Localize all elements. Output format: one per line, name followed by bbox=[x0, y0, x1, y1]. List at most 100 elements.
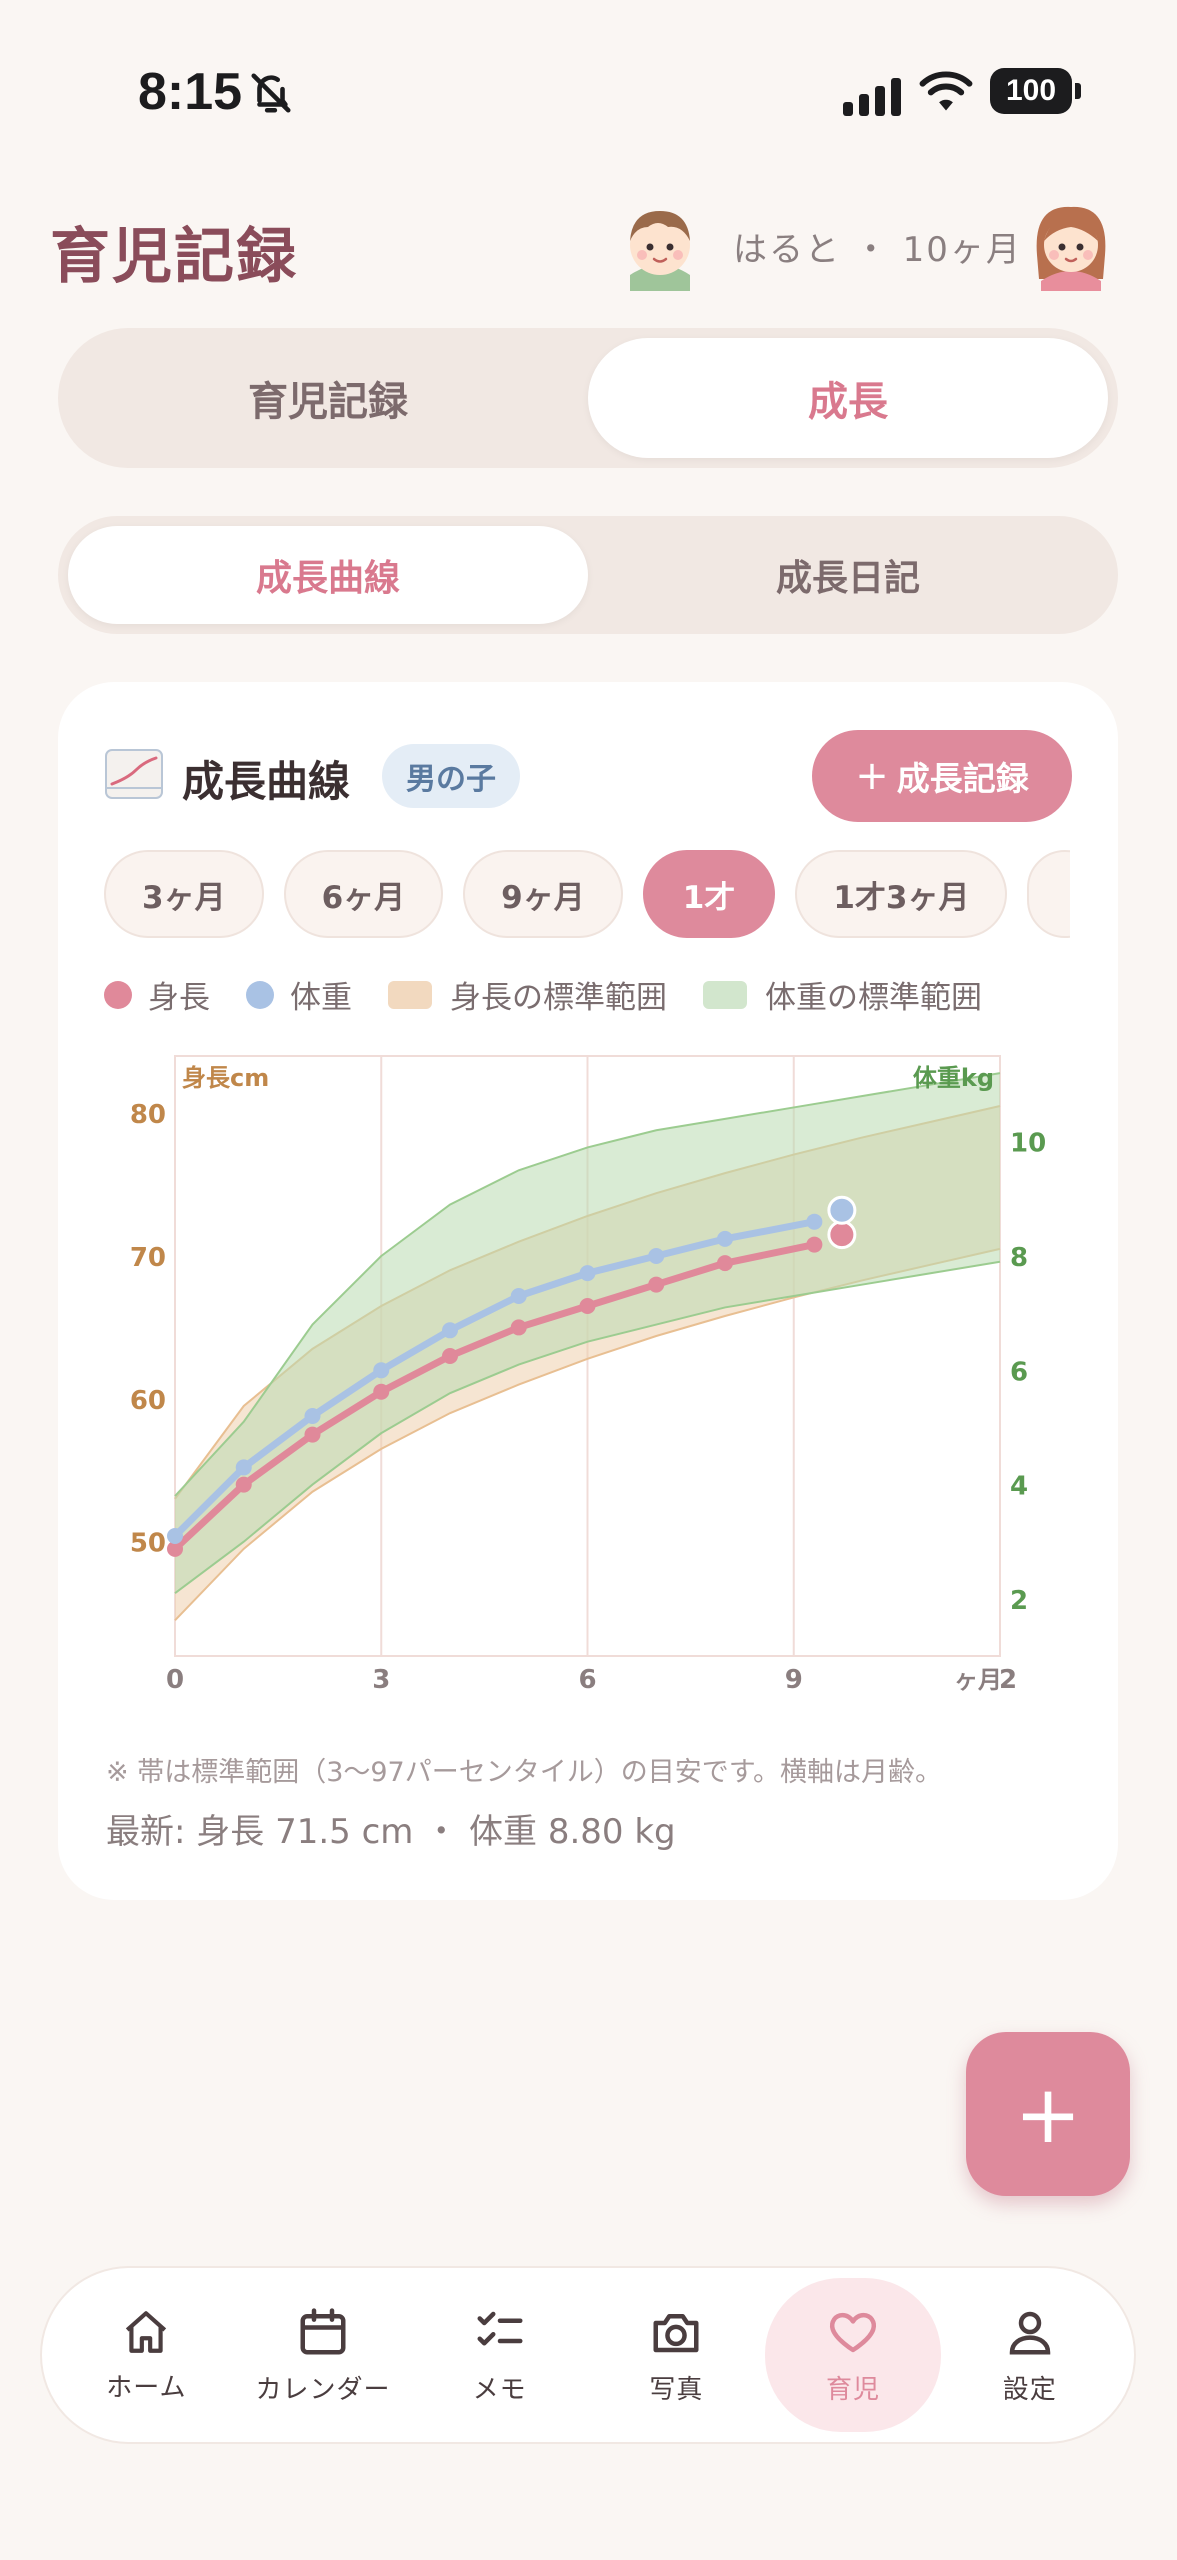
app-title: 育児記録 bbox=[50, 222, 298, 292]
chart-icon bbox=[104, 748, 164, 800]
chart-legend: 身長 体重 身長の標準範囲 体重の標準範囲 bbox=[104, 972, 1018, 1017]
y-left-axis-label: 身長cm bbox=[182, 1064, 269, 1092]
person-icon bbox=[1009, 2311, 1050, 2354]
age-chip[interactable]: 9ヶ月 bbox=[463, 850, 623, 938]
nav-settings[interactable]: 設定 bbox=[941, 2278, 1118, 2432]
weight-point bbox=[167, 1528, 183, 1544]
nav-memo[interactable]: メモ bbox=[411, 2278, 588, 2432]
battery-level: 100 bbox=[1005, 74, 1057, 107]
latest-measurement: 最新: 身長 71.5 cm ・ 体重 8.80 kg bbox=[106, 1812, 676, 1852]
camera-icon bbox=[653, 2313, 699, 2352]
weight-point bbox=[806, 1213, 823, 1230]
legend-height-band-label: 身長の標準範囲 bbox=[450, 980, 667, 1016]
add-fab-button[interactable]: + bbox=[966, 2032, 1130, 2196]
x-tick-label: 3 bbox=[372, 1665, 390, 1695]
legend-weight-band-label: 体重の標準範囲 bbox=[765, 980, 982, 1016]
growth-chart: 50607080246810身長cm 体重kg0 3 6 9 ヶ月2 bbox=[130, 1055, 1046, 1695]
checklist-icon bbox=[477, 2311, 523, 2345]
home-icon bbox=[126, 2310, 167, 2353]
y-right-tick-label: 4 bbox=[1010, 1472, 1028, 1502]
age-chip[interactable]: 6ヶ月 bbox=[283, 850, 444, 938]
x-tick-label: 9 bbox=[785, 1665, 803, 1695]
growth-curve-card: 成長曲線 男の子 + 成長記録 3ヶ月 6ヶ月 9ヶ月 1才 1才3ヶ月 身長 … bbox=[58, 682, 1118, 1900]
height-point bbox=[304, 1426, 321, 1443]
legend-weight: 体重 bbox=[246, 972, 352, 1017]
legend-weight-label: 体重 bbox=[290, 980, 352, 1016]
age-chip-selected[interactable]: 1才 bbox=[642, 850, 776, 938]
height-latest-point bbox=[827, 1220, 857, 1250]
chart-note: ※ 帯は標準範囲（3〜97パーセンタイル）の目安です。横軸は月齢。 bbox=[106, 1757, 943, 1788]
y-left-tick-label: 80 bbox=[130, 1100, 166, 1130]
plus-icon: + bbox=[855, 753, 889, 799]
height-point bbox=[373, 1383, 390, 1400]
x-tick-label: 6 bbox=[578, 1665, 596, 1695]
y-left-tick-label: 60 bbox=[130, 1386, 166, 1416]
main-tab-bar: 育児記録 成長 bbox=[58, 328, 1118, 468]
age-range-chips: 3ヶ月 6ヶ月 9ヶ月 1才 1才3ヶ月 bbox=[104, 850, 1070, 940]
legend-weight-band: 体重の標準範囲 bbox=[703, 972, 982, 1017]
tab-growth-curve[interactable]: 成長曲線 bbox=[68, 526, 588, 624]
age-chip[interactable]: 3ヶ月 bbox=[104, 850, 264, 938]
y-left-tick-label: 50 bbox=[130, 1529, 166, 1559]
card-title: 成長曲線 bbox=[182, 757, 351, 806]
calendar-icon bbox=[300, 2307, 346, 2354]
nav-calendar[interactable]: カレンダー bbox=[235, 2278, 412, 2432]
battery-icon: 100 bbox=[990, 68, 1081, 114]
legend-height: 身長 bbox=[104, 972, 210, 1017]
nav-photos-label: 写真 bbox=[649, 2374, 704, 2405]
y-right-axis-label: 体重kg bbox=[913, 1064, 994, 1092]
nav-calendar-label: カレンダー bbox=[255, 2374, 391, 2405]
status-time: 8:15 bbox=[138, 63, 243, 121]
height-point bbox=[510, 1319, 527, 1336]
height-point bbox=[442, 1348, 458, 1364]
child-avatar[interactable] bbox=[612, 195, 708, 291]
height-point bbox=[579, 1298, 596, 1314]
weight-point bbox=[579, 1265, 596, 1282]
legend-height-swatch bbox=[104, 980, 132, 1009]
legend-height-band-swatch bbox=[388, 980, 432, 1009]
y-right-tick-label: 8 bbox=[1010, 1243, 1028, 1273]
bell-slash-icon bbox=[248, 70, 294, 120]
status-bar: 8:15 100 bbox=[0, 0, 1177, 190]
y-right-tick-label: 6 bbox=[1010, 1357, 1028, 1387]
nav-memo-label: メモ bbox=[472, 2374, 527, 2405]
y-left-tick-label: 70 bbox=[130, 1243, 166, 1273]
parent-avatar[interactable] bbox=[1023, 195, 1119, 291]
weight-point bbox=[717, 1230, 733, 1247]
height-point bbox=[717, 1255, 733, 1272]
weight-point bbox=[304, 1408, 321, 1424]
weight-point bbox=[373, 1362, 390, 1379]
age-chip[interactable]: 1才3ヶ月 bbox=[795, 850, 1008, 938]
x-tick-label: 0 bbox=[166, 1665, 184, 1695]
legend-height-label: 身長 bbox=[148, 980, 210, 1016]
nav-settings-label: 設定 bbox=[1002, 2374, 1057, 2405]
plus-icon: + bbox=[1014, 2067, 1082, 2161]
tab-childcare-record[interactable]: 育児記録 bbox=[68, 338, 588, 458]
child-info: はると ・ 10ヶ月 bbox=[733, 230, 1022, 270]
wifi-icon bbox=[918, 68, 974, 118]
nav-childcare[interactable]: 育児 bbox=[764, 2278, 942, 2432]
legend-weight-swatch bbox=[246, 980, 274, 1009]
height-point bbox=[806, 1236, 823, 1253]
sub-tab-bar: 成長曲線 成長日記 bbox=[58, 516, 1118, 634]
gender-badge: 男の子 bbox=[382, 744, 520, 808]
tab-growth-diary[interactable]: 成長日記 bbox=[588, 526, 1108, 624]
nav-home[interactable]: ホーム bbox=[58, 2278, 235, 2432]
weight-point bbox=[235, 1459, 252, 1476]
y-right-tick-label: 2 bbox=[1010, 1586, 1028, 1616]
age-chip-partial[interactable] bbox=[1027, 850, 1070, 938]
tab-growth[interactable]: 成長 bbox=[588, 338, 1108, 458]
nav-photos[interactable]: 写真 bbox=[588, 2278, 765, 2432]
x-tick-label: 2 bbox=[999, 1665, 1017, 1695]
heart-icon bbox=[830, 2312, 877, 2352]
weight-point bbox=[442, 1322, 458, 1339]
nav-childcare-label: 育児 bbox=[826, 2374, 881, 2405]
height-point bbox=[235, 1476, 252, 1493]
add-growth-record-button[interactable]: + 成長記録 bbox=[812, 730, 1072, 822]
signal-icon bbox=[843, 72, 901, 116]
weight-point bbox=[648, 1248, 665, 1264]
y-right-tick-label: 10 bbox=[1010, 1129, 1046, 1159]
height-point bbox=[648, 1276, 665, 1293]
bottom-nav: ホーム カレンダー メモ 写真 育児 設定 bbox=[40, 2266, 1136, 2444]
weight-latest-point bbox=[827, 1195, 857, 1225]
